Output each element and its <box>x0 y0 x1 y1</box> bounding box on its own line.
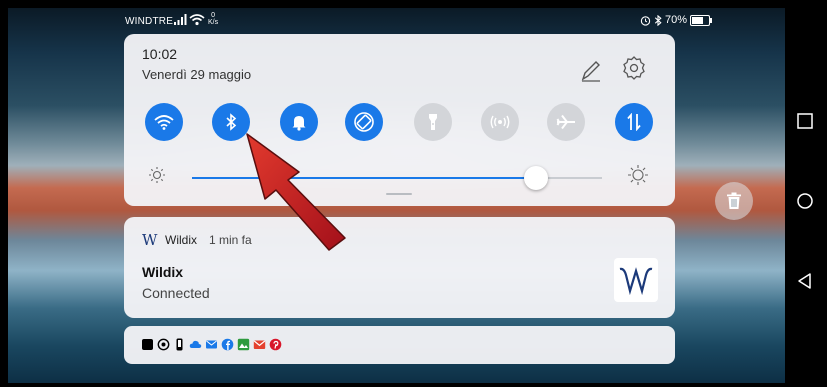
bluetooth-toggle[interactable] <box>212 103 250 141</box>
flashlight-toggle[interactable] <box>414 103 452 141</box>
whatsapp-icon <box>157 338 170 351</box>
panel-drag-handle[interactable] <box>386 193 412 195</box>
tray-icon-row <box>141 338 282 351</box>
rotate-icon <box>354 112 374 132</box>
wifi-toggle[interactable] <box>145 103 183 141</box>
brightness-high-icon <box>628 165 648 185</box>
mobile-data-icon <box>627 113 641 131</box>
wifi-status-icon <box>189 14 205 26</box>
bell-icon <box>292 116 306 131</box>
bluetooth-status-icon <box>654 14 662 26</box>
notification-time: 1 min fa <box>209 233 252 247</box>
quick-settings-panel: 10:02 Venerdì 29 maggio <box>124 34 675 206</box>
back-button[interactable] <box>795 271 815 291</box>
bluetooth-icon <box>226 113 237 131</box>
battery-icon <box>690 14 713 26</box>
brightness-thumb[interactable] <box>524 166 549 190</box>
wifi-icon <box>154 115 174 130</box>
clear-all-button[interactable] <box>715 182 753 220</box>
carrier-label: WINDTRE <box>125 16 174 27</box>
network-speed: 0 K/s <box>208 12 218 26</box>
brightness-fill <box>192 177 537 179</box>
navigation-bar <box>785 8 827 383</box>
recent-apps-button[interactable] <box>795 111 815 131</box>
signal-icon <box>174 14 187 25</box>
gmail-icon <box>253 340 266 349</box>
brightness-slider[interactable] <box>192 166 602 190</box>
airplane-mode-toggle[interactable] <box>547 103 585 141</box>
notification-text: Connected <box>142 285 210 301</box>
battery-percent: 70% <box>665 14 688 26</box>
wildix-notification[interactable]: W Wildix 1 min fa Wildix Connected <box>124 217 675 318</box>
speed-value: 0 <box>211 12 216 19</box>
settings-gear-icon[interactable] <box>620 54 648 82</box>
hotspot-icon <box>490 115 510 129</box>
auto-rotate-toggle[interactable] <box>345 103 383 141</box>
outlook-icon <box>206 340 217 349</box>
notification-icon-tray[interactable] <box>124 326 675 364</box>
trash-icon <box>727 192 741 209</box>
gallery-icon <box>237 338 250 351</box>
speed-unit: K/s <box>208 19 219 26</box>
edit-pencil-icon[interactable] <box>578 58 604 84</box>
clock-time: 10:02 <box>142 46 178 62</box>
date-label: Venerdì 29 maggio <box>142 67 252 82</box>
pinterest-icon <box>269 338 282 351</box>
facebook-icon <box>221 338 234 351</box>
wildix-logo-icon <box>619 267 653 295</box>
status-bar: WINDTRE 0 K/s 70% <box>8 8 785 34</box>
hotspot-toggle[interactable] <box>481 103 519 141</box>
status-right: 70% <box>640 14 713 26</box>
home-button[interactable] <box>795 191 815 211</box>
wildix-small-icon: W <box>142 231 158 249</box>
alarm-icon <box>640 15 651 26</box>
brightness-low-icon <box>149 167 165 183</box>
flashlight-icon <box>429 114 437 130</box>
notification-title: Wildix <box>142 264 184 280</box>
wildix-logo <box>614 258 658 302</box>
phone-icon <box>176 338 183 351</box>
notification-app-name: Wildix <box>165 233 197 247</box>
cloud-icon <box>189 340 202 348</box>
mobile-data-toggle[interactable] <box>615 103 653 141</box>
black-square-icon <box>142 339 153 350</box>
airplane-icon <box>556 114 575 130</box>
sound-toggle[interactable] <box>280 103 318 141</box>
phone-screen: WINDTRE 0 K/s 70% 10:02 Venerdì 29 maggi… <box>8 8 785 383</box>
